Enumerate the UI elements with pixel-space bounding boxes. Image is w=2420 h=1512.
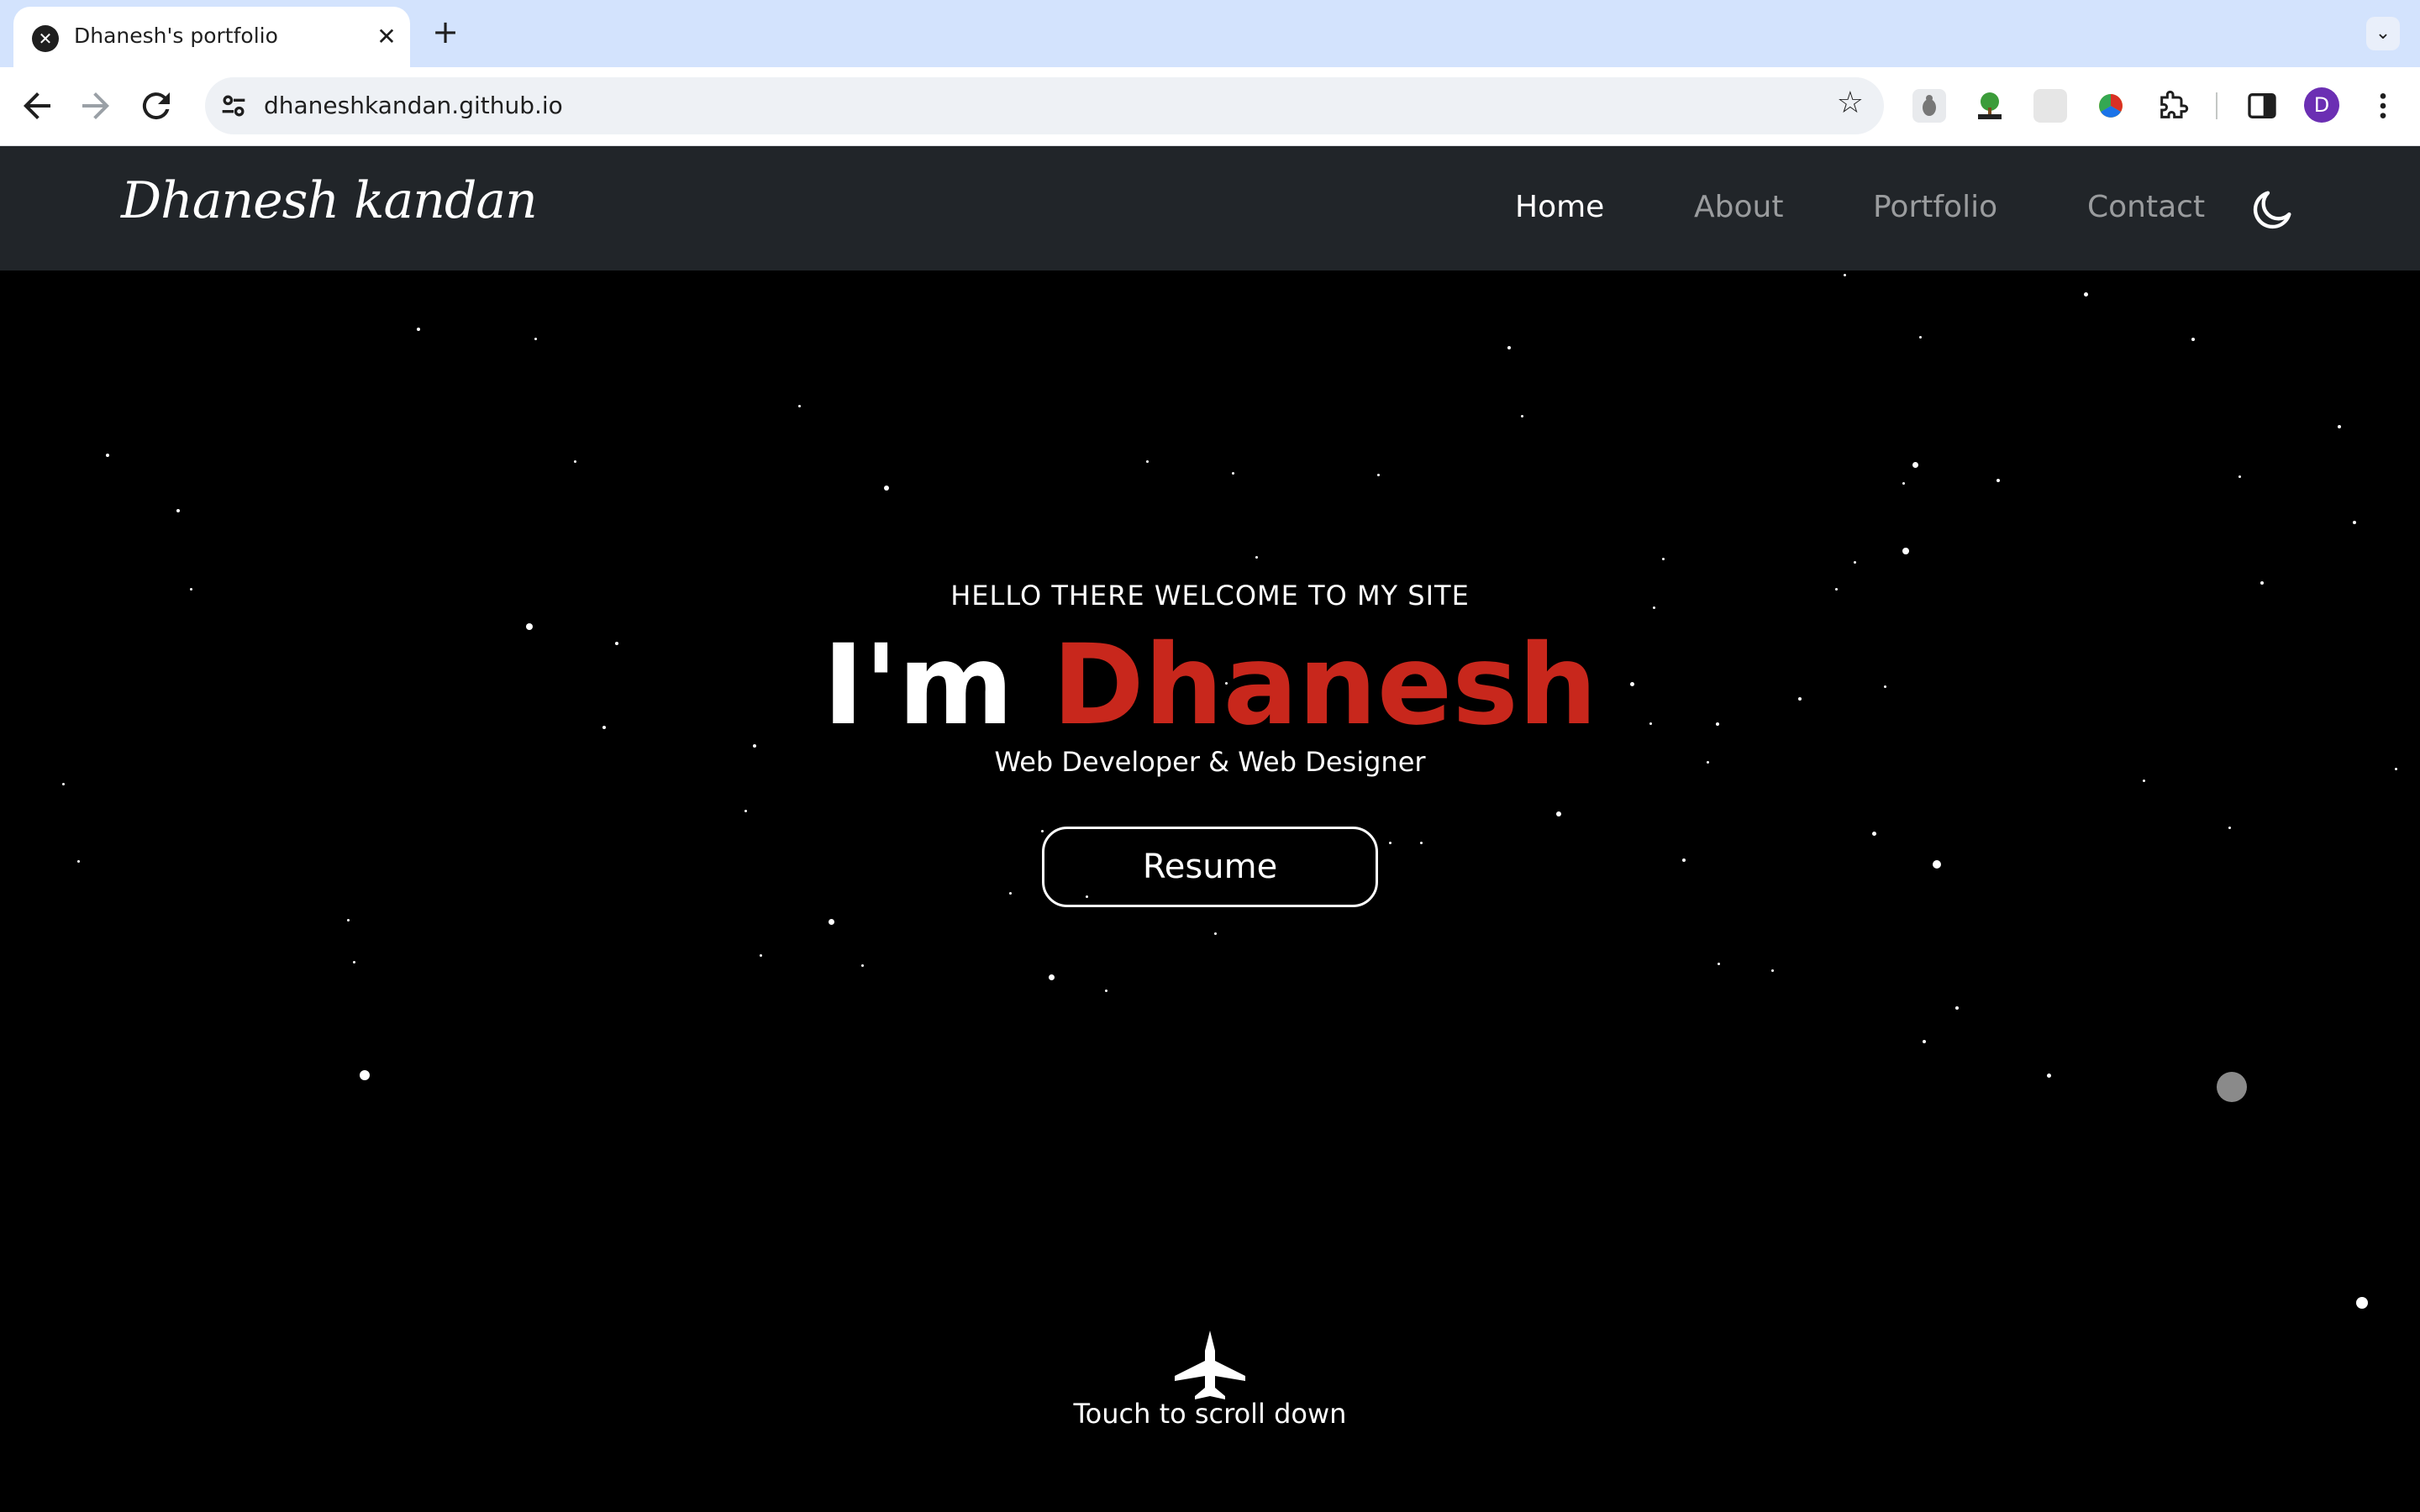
star-dot: [1923, 1040, 1926, 1043]
star-dot: [1718, 963, 1720, 965]
more-menu-icon[interactable]: [2366, 89, 2400, 123]
star-dot: [1214, 932, 1217, 935]
hero-section: HELLO THERE WELCOME TO MY SITE I'm Dhane…: [0, 270, 2420, 1512]
star-dot: [347, 919, 350, 921]
hero-subtitle: Web Developer & Web Designer: [994, 746, 1426, 778]
star-dot: [176, 509, 180, 512]
star-dot: [1912, 462, 1918, 468]
forward-icon[interactable]: [76, 86, 116, 126]
star-dot: [1933, 860, 1941, 869]
back-icon[interactable]: [17, 86, 57, 126]
browser-tab[interactable]: ✕ Dhanesh's portfolio ✕: [13, 7, 410, 67]
star-dot: [760, 954, 762, 957]
star-dot: [106, 454, 109, 457]
star-dot: [534, 338, 537, 340]
side-panel-icon[interactable]: [2245, 89, 2279, 123]
star-dot: [1041, 830, 1044, 832]
tab-search-icon[interactable]: ⌄: [2366, 17, 2400, 50]
star-dot: [1854, 561, 1856, 564]
star-dot: [1771, 969, 1774, 972]
grid-extension-icon[interactable]: [2033, 89, 2067, 123]
url-text: dhaneshkandan.github.io: [264, 92, 563, 119]
star-dot: [2228, 827, 2231, 829]
star-dot: [798, 405, 801, 407]
star-dot: [1389, 842, 1392, 844]
star-dot: [1146, 460, 1149, 463]
tree-extension-icon[interactable]: [1973, 89, 2007, 123]
star-dot: [2191, 338, 2195, 341]
star-dot: [574, 460, 576, 463]
star-dot: [62, 783, 65, 785]
scroll-hint[interactable]: Touch to scroll down: [0, 1398, 2420, 1430]
star-dot: [1556, 811, 1561, 816]
star-dot: [1682, 858, 1686, 862]
star-dot: [1872, 832, 1876, 836]
star-dot: [884, 486, 889, 491]
nav-link-portfolio[interactable]: Portfolio: [1873, 190, 1997, 224]
browser-tab-bar: ✕ Dhanesh's portfolio ✕ + ⌄: [0, 0, 2420, 67]
star-dot: [1105, 990, 1107, 992]
star-dot: [1844, 274, 1846, 276]
color-picker-extension-icon[interactable]: [2094, 89, 2128, 123]
star-dot: [1662, 558, 1665, 560]
star-dot: [2353, 521, 2356, 524]
star-dot: [2143, 780, 2145, 782]
hero-headline: I'm Dhanesh: [0, 618, 2420, 753]
star-dot: [1955, 1006, 1959, 1010]
star-dot: [1232, 472, 1234, 475]
star-dot: [2238, 475, 2241, 478]
star-dot: [353, 961, 355, 963]
jet-plane-icon[interactable]: [1168, 1327, 1252, 1403]
star-dot: [2084, 292, 2088, 297]
star-dot: [1377, 474, 1380, 476]
star-dot: [1902, 548, 1909, 554]
headline-prefix: I'm: [823, 621, 1014, 750]
star-dot: [1420, 842, 1423, 844]
star-dot: [2217, 1072, 2247, 1102]
star-dot: [1255, 556, 1258, 559]
star-dot: [744, 810, 747, 812]
tab-close-icon[interactable]: ✕: [370, 20, 403, 54]
hero-greeting: HELLO THERE WELCOME TO MY SITE: [950, 580, 1470, 612]
reload-icon[interactable]: [136, 86, 176, 126]
site-navbar: Dhanesh kandan Home About Portfolio Cont…: [0, 146, 2420, 270]
star-dot: [861, 964, 864, 967]
moon-icon[interactable]: [2249, 185, 2297, 234]
star-dot: [1996, 479, 2000, 482]
toolbar-divider: [2216, 92, 2217, 119]
brand-logo[interactable]: Dhanesh kandan: [121, 171, 538, 230]
bookmark-star-icon[interactable]: ☆: [1837, 86, 1864, 120]
bug-extension-icon[interactable]: [1912, 89, 1946, 123]
star-dot: [829, 919, 834, 925]
star-dot: [77, 860, 80, 863]
new-tab-button[interactable]: +: [427, 13, 464, 50]
star-dot: [417, 328, 420, 331]
tab-title: Dhanesh's portfolio: [74, 24, 278, 48]
star-dot: [1521, 415, 1523, 417]
star-dot: [1902, 482, 1905, 485]
profile-avatar[interactable]: D: [2304, 87, 2339, 123]
site-favicon-icon: ✕: [32, 25, 59, 52]
star-dot: [2338, 425, 2341, 428]
nav-link-home[interactable]: Home: [1515, 190, 1604, 224]
star-dot: [1507, 346, 1511, 349]
address-bar[interactable]: dhaneshkandan.github.io ☆: [205, 77, 1884, 134]
resume-button[interactable]: Resume: [1042, 827, 1378, 907]
nav-link-contact[interactable]: Contact: [2087, 190, 2205, 224]
star-dot: [2047, 1074, 2051, 1078]
nav-link-about[interactable]: About: [1694, 190, 1783, 224]
star-dot: [360, 1070, 370, 1080]
browser-toolbar: dhaneshkandan.github.io ☆: [0, 67, 2420, 146]
headline-name: Dhanesh: [1052, 621, 1597, 750]
site-info-icon[interactable]: [217, 89, 250, 123]
extensions-icon[interactable]: [2156, 89, 2190, 123]
star-dot: [1049, 974, 1055, 980]
star-dot: [2356, 1297, 2368, 1309]
star-dot: [1919, 336, 1922, 339]
star-dot: [1009, 892, 1012, 895]
